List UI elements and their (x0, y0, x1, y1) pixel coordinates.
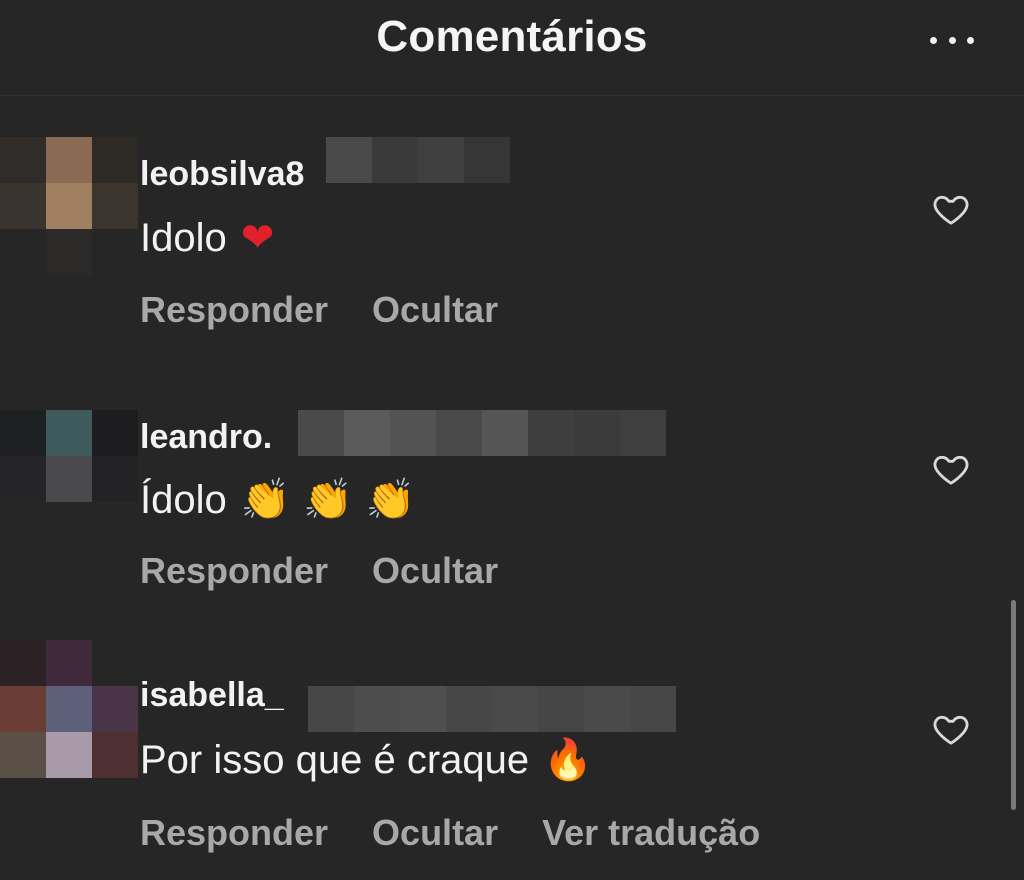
comment-text: Por isso que é craque 🔥 (140, 736, 593, 783)
redacted-username-blur (298, 410, 666, 466)
comment-text: Idolo ❤ (140, 215, 274, 261)
heart-outline-icon[interactable] (930, 189, 972, 229)
comment-actions: Responder Ocultar (140, 550, 498, 592)
avatar[interactable] (0, 640, 138, 785)
more-horizontal-icon[interactable] (930, 34, 974, 46)
scrollbar[interactable] (1011, 600, 1016, 810)
comment-username[interactable]: leobsilva8 (140, 155, 304, 194)
redacted-username-blur (308, 686, 676, 742)
comment-actions: Responder Ocultar (140, 289, 498, 331)
comment-item: isabella_ Por isso que é craque 🔥 Respond… (0, 640, 1024, 880)
comment-actions: Responder Ocultar Ver tradução (140, 812, 760, 854)
reply-button[interactable]: Responder (140, 550, 328, 592)
comment-username[interactable]: leandro. (140, 418, 272, 457)
reply-button[interactable]: Responder (140, 812, 328, 854)
comment-body: Idolo (140, 216, 227, 260)
avatar[interactable] (0, 410, 138, 555)
hide-button[interactable]: Ocultar (372, 550, 498, 592)
comments-header: Comentários (0, 0, 1024, 96)
see-translation-button[interactable]: Ver tradução (542, 812, 760, 854)
avatar[interactable] (0, 137, 138, 282)
fire-emoji: 🔥 (543, 737, 593, 783)
heart-outline-icon[interactable] (930, 449, 972, 489)
comment-text: Ídolo 👏 👏 👏 (140, 476, 416, 523)
comment-item: leandro. Ídolo 👏 👏 👏 Responder Ocultar (0, 398, 1024, 618)
clapping-hands-emoji: 👏 👏 👏 (240, 477, 416, 523)
comment-username[interactable]: isabella_ (140, 676, 284, 715)
comment-body: Ídolo (140, 478, 227, 522)
comment-item: leobsilva8 Idolo ❤ Responder Ocultar (0, 137, 1024, 357)
red-heart-emoji: ❤ (240, 215, 275, 261)
hide-button[interactable]: Ocultar (372, 812, 498, 854)
page-title: Comentários (376, 12, 648, 61)
hide-button[interactable]: Ocultar (372, 289, 498, 331)
comment-body: Por isso que é craque (140, 738, 530, 782)
heart-outline-icon[interactable] (930, 709, 972, 749)
reply-button[interactable]: Responder (140, 289, 328, 331)
redacted-username-blur (326, 137, 510, 193)
